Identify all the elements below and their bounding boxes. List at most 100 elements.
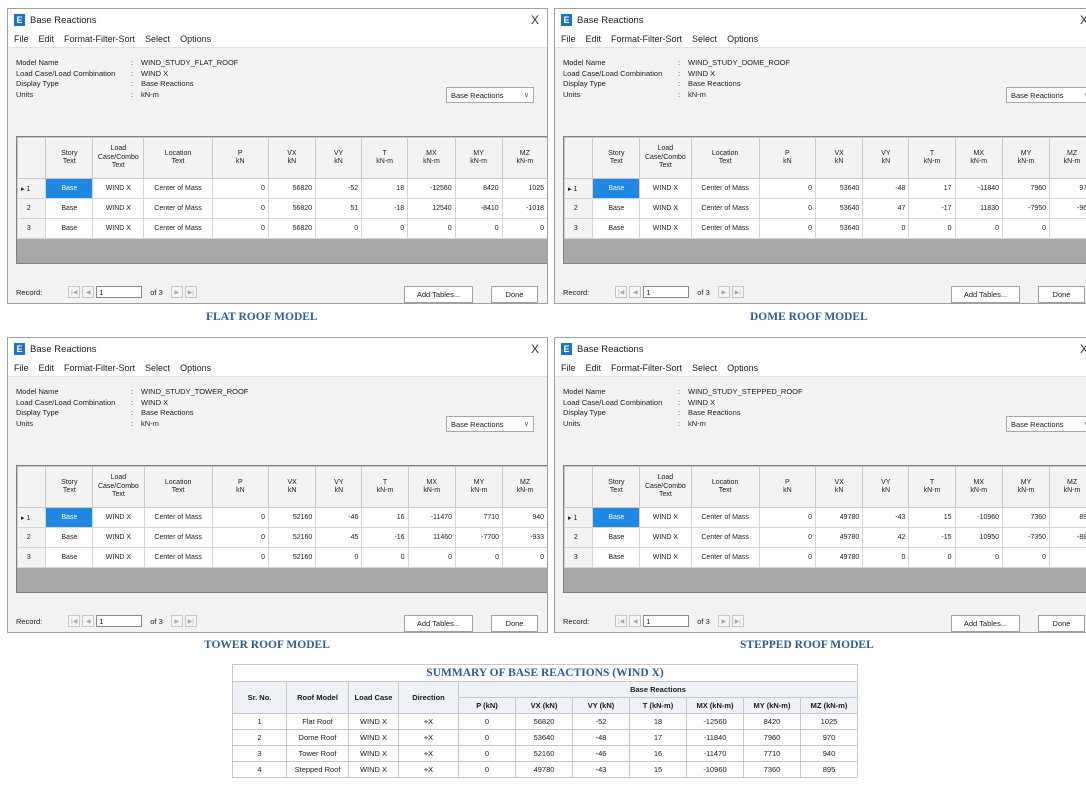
menu-item[interactable]: Options — [727, 34, 758, 44]
value-cell[interactable]: -933 — [502, 527, 547, 548]
value-cell[interactable]: -52 — [315, 178, 363, 199]
value-cell[interactable]: -963 — [1049, 198, 1086, 219]
menu-item[interactable]: Select — [692, 363, 717, 373]
value-cell[interactable]: 0 — [1049, 547, 1086, 568]
location-cell[interactable]: Center of Mass — [143, 198, 213, 219]
value-cell[interactable]: 0 — [954, 547, 1004, 568]
story-cell[interactable]: Base — [592, 547, 641, 568]
value-cell[interactable]: -15 — [908, 527, 956, 548]
story-cell[interactable]: Base — [45, 507, 94, 528]
value-cell[interactable]: 0 — [361, 218, 409, 239]
value-cell[interactable]: 12540 — [407, 198, 456, 219]
value-cell[interactable]: 11830 — [954, 198, 1004, 219]
table-select-dropdown[interactable]: Base Reactions∨ — [446, 87, 534, 103]
column-header[interactable]: VX kN — [267, 137, 317, 179]
menu-item[interactable]: Options — [180, 34, 211, 44]
done-button[interactable]: Done — [491, 286, 538, 303]
story-cell[interactable]: Base — [45, 547, 94, 568]
close-icon[interactable]: X — [1080, 342, 1086, 356]
first-record-icon[interactable]: |◀ — [615, 286, 628, 298]
add-tables-button[interactable]: Add Tables... — [951, 286, 1020, 303]
table-select-dropdown[interactable]: Base Reactions∨ — [446, 416, 534, 432]
column-header[interactable]: MZ kN-m — [1049, 466, 1086, 508]
value-cell[interactable]: -11470 — [407, 507, 457, 528]
table-row[interactable]: 3BaseWIND XCenter of Mass04978000000 — [564, 547, 1086, 568]
data-grid[interactable]: Story Text Load Case/Combo Text Location Text P… — [16, 136, 547, 264]
column-header[interactable]: MX kN-m — [407, 137, 456, 179]
load-case-cell[interactable]: WIND X — [92, 218, 145, 239]
value-cell[interactable]: 970 — [1049, 178, 1086, 199]
location-cell[interactable]: Center of Mass — [690, 218, 760, 239]
value-cell[interactable]: 0 — [407, 218, 456, 239]
value-cell[interactable]: 49780 — [815, 547, 864, 568]
data-grid[interactable]: Story Text Load Case/Combo Text Location Text P… — [563, 136, 1086, 264]
value-cell[interactable]: 0 — [502, 547, 547, 568]
value-cell[interactable]: 0 — [862, 547, 910, 568]
menu-item[interactable]: File — [14, 34, 29, 44]
value-cell[interactable]: 0 — [211, 507, 270, 528]
load-case-cell[interactable]: WIND X — [92, 198, 145, 219]
menu-item[interactable]: Select — [145, 34, 170, 44]
first-record-icon[interactable]: |◀ — [615, 615, 628, 627]
value-cell[interactable]: 0 — [862, 218, 910, 239]
column-header[interactable]: MX kN-m — [407, 466, 457, 508]
column-header[interactable]: VY kN — [862, 137, 910, 179]
last-record-icon[interactable]: ▶| — [184, 615, 197, 627]
value-cell[interactable]: 0 — [211, 178, 269, 199]
story-cell[interactable]: Base — [45, 218, 94, 239]
done-button[interactable]: Done — [1038, 286, 1085, 303]
value-cell[interactable]: 53640 — [815, 218, 864, 239]
column-header[interactable]: TkN-m — [361, 466, 409, 508]
value-cell[interactable]: 1025 — [501, 178, 547, 199]
value-cell[interactable]: 7360 — [1002, 507, 1051, 528]
location-cell[interactable]: Center of Mass — [143, 178, 213, 199]
last-record-icon[interactable]: ▶| — [184, 286, 197, 298]
value-cell[interactable]: 42 — [862, 527, 910, 548]
value-cell[interactable]: 45 — [315, 527, 363, 548]
value-cell[interactable]: 0 — [501, 218, 547, 239]
story-cell[interactable]: Base — [592, 507, 641, 528]
previous-record-icon[interactable]: ◀ — [629, 615, 642, 627]
column-header[interactable]: MY kN-m — [455, 466, 504, 508]
value-cell[interactable]: 0 — [954, 218, 1004, 239]
column-header[interactable]: PkN — [758, 466, 817, 508]
load-case-cell[interactable]: WIND X — [639, 198, 692, 219]
load-case-cell[interactable]: WIND X — [639, 218, 692, 239]
table-row[interactable]: 2 Base WIND X Center of Mass 0 56820 51 -18 1254… — [17, 198, 547, 219]
done-button[interactable]: Done — [1038, 615, 1085, 632]
value-cell[interactable]: 49780 — [815, 527, 864, 548]
table-select-dropdown[interactable]: Base Reactions∨ — [1006, 416, 1086, 432]
value-cell[interactable]: 7960 — [1002, 178, 1051, 199]
column-header[interactable]: MY kN-m — [1002, 466, 1051, 508]
column-header[interactable]: PkN — [211, 466, 270, 508]
table-select-dropdown[interactable]: Base Reactions∨ — [1006, 87, 1086, 103]
table-row[interactable]: 3BaseWIND XCenter of Mass05364000000 — [564, 218, 1086, 239]
column-header[interactable]: TkN-m — [908, 466, 956, 508]
value-cell[interactable]: -1018 — [501, 198, 547, 219]
load-case-cell[interactable]: WIND X — [639, 507, 692, 528]
value-cell[interactable]: -7350 — [1002, 527, 1051, 548]
menu-item[interactable]: Edit — [586, 34, 602, 44]
last-record-icon[interactable]: ▶| — [731, 615, 744, 627]
value-cell[interactable]: 17 — [908, 178, 956, 199]
previous-record-icon[interactable]: ◀ — [82, 615, 95, 627]
value-cell[interactable]: 940 — [502, 507, 547, 528]
first-record-icon[interactable]: |◀ — [68, 286, 81, 298]
table-row[interactable]: 3 Base WIND X Center of Mass 0 52160 0 0 0 0 0 — [17, 547, 547, 568]
table-row[interactable]: 2 Base WIND X Center of Mass 0 52160 45 -16 1146… — [17, 527, 547, 548]
column-header[interactable]: Story Text — [45, 466, 94, 508]
value-cell[interactable]: 0 — [211, 547, 270, 568]
value-cell[interactable]: 0 — [211, 198, 269, 219]
table-row[interactable]: ▸ 1 Base WIND X Center of Mass 0 53640 -48 17 -1… — [564, 178, 1086, 199]
column-header[interactable]: Load Case/Combo Text — [92, 466, 145, 508]
column-header[interactable]: VX kN — [815, 137, 864, 179]
column-header[interactable]: Location Text — [690, 466, 760, 508]
value-cell[interactable]: 0 — [908, 218, 956, 239]
menu-item[interactable]: File — [561, 363, 576, 373]
column-header[interactable]: Load Case/Combo Text — [92, 137, 145, 179]
location-cell[interactable]: Center of Mass — [690, 178, 760, 199]
record-number-input[interactable]: 1 — [96, 286, 143, 298]
value-cell[interactable]: 0 — [758, 178, 817, 199]
column-header[interactable]: Story Text — [592, 466, 641, 508]
story-cell[interactable]: Base — [592, 527, 641, 548]
